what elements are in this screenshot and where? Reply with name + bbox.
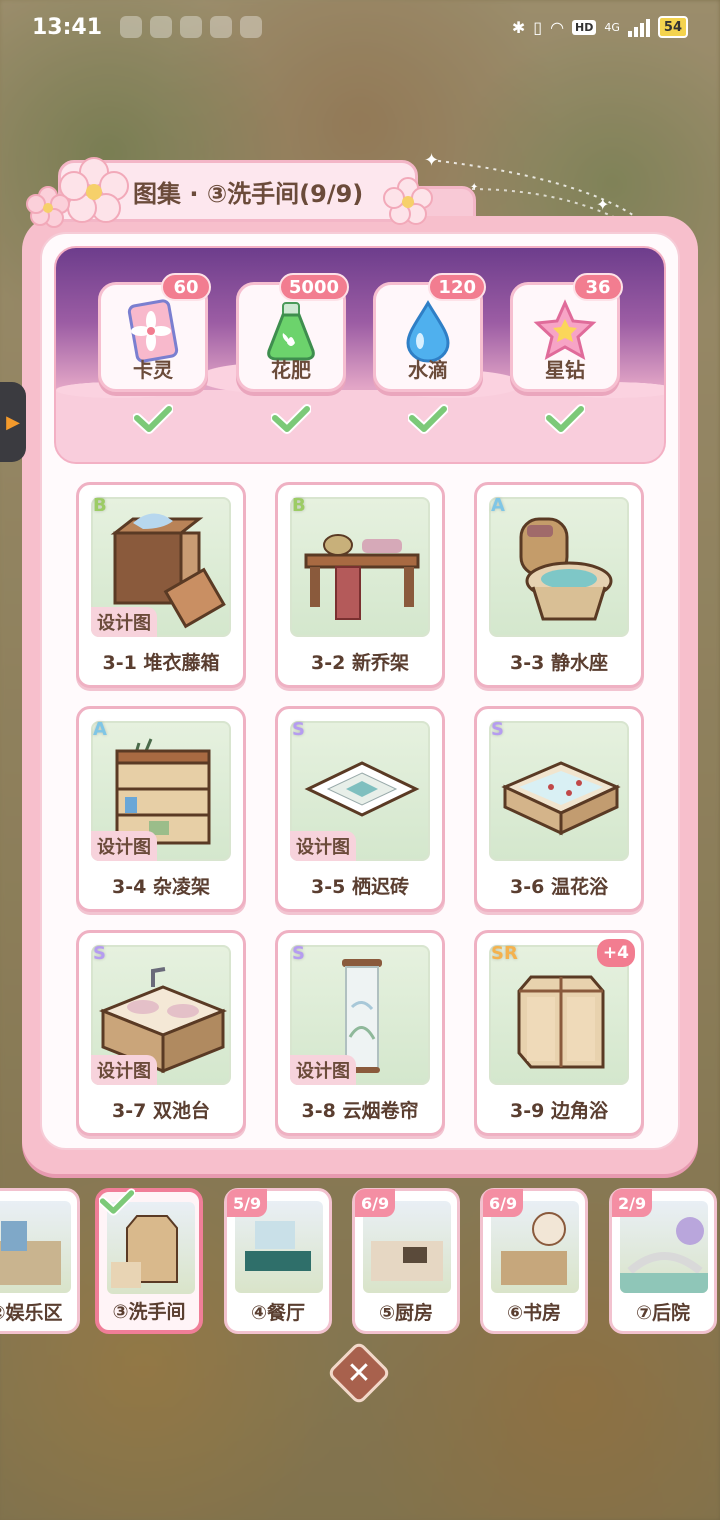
- reward-qty: 120: [428, 273, 486, 301]
- room-name: ④餐厅: [250, 1302, 306, 1324]
- room-thumbnail: [0, 1201, 71, 1293]
- room-name: ③洗手间: [112, 1301, 186, 1323]
- claimed-check-icon: [133, 404, 173, 434]
- network-type: 4G: [604, 20, 620, 34]
- cherry-blossom-small-icon: [383, 177, 433, 225]
- toilet-icon: [519, 517, 613, 621]
- reward-fertilizer[interactable]: 5000 花肥: [236, 273, 349, 392]
- battery-indicator: 54: [657, 16, 688, 38]
- status-bar: 13:41 ✱ ▯ ◠ HD 4G 54: [0, 0, 720, 54]
- item-thumbnail: [290, 497, 430, 637]
- reward-star-diamond[interactable]: 36 星钻: [510, 273, 623, 392]
- room-tab-dining[interactable]: 5/9 ④餐厅: [224, 1188, 332, 1334]
- room-tab-washroom[interactable]: ③洗手间: [95, 1188, 203, 1334]
- game-icon: [240, 16, 263, 38]
- status-time: 13:41: [32, 14, 103, 40]
- item-name: 3-6 温花浴: [510, 876, 608, 898]
- room-name: ②娱乐区: [0, 1302, 63, 1324]
- room-tab-backyard[interactable]: 2/9 ⑦后院: [609, 1188, 717, 1334]
- item-name: 3-4 杂凌架: [112, 876, 210, 898]
- claimed-check-icon: [271, 404, 311, 434]
- grade-badge: S: [292, 943, 305, 964]
- grade-badge: A: [93, 719, 107, 740]
- wifi-icon: ◠: [550, 17, 565, 37]
- shield-icon: [120, 16, 143, 38]
- item-name: 3-8 云烟卷帘: [301, 1100, 419, 1122]
- grade-badge: B: [292, 495, 306, 516]
- grade-badge: S: [93, 943, 106, 964]
- room-tab-entertainment[interactable]: ②娱乐区: [0, 1188, 80, 1334]
- item-name: 3-3 静水座: [510, 652, 608, 674]
- notification-icons: [120, 16, 263, 38]
- completed-check-icon: [98, 1188, 136, 1220]
- claimed-check-icon: [408, 404, 448, 434]
- claimed-check-icon: [545, 404, 585, 434]
- signal-icon: [627, 17, 650, 37]
- item-name: 3-9 边角浴: [510, 1100, 608, 1122]
- svg-text:✦: ✦: [596, 195, 609, 214]
- item-card[interactable]: SR +4 3-9 边角浴: [474, 930, 644, 1136]
- item-card[interactable]: S 设计图 3-8 云烟卷帘: [275, 930, 445, 1136]
- reward-label: 星钻: [545, 358, 585, 382]
- room-name: ⑤厨房: [378, 1302, 434, 1324]
- close-icon[interactable]: ✕: [336, 1350, 382, 1396]
- reward-card-spirit[interactable]: 60 卡灵: [98, 273, 211, 392]
- corner-shower-icon: [517, 975, 605, 1069]
- reward-qty: 60: [161, 273, 211, 301]
- bluetooth-icon: ✱: [511, 17, 526, 37]
- vibrate-icon: ▯: [533, 17, 543, 37]
- blueprint-tag: 设计图: [91, 831, 157, 861]
- app-icon: [180, 16, 203, 38]
- reward-qty: 5000: [278, 273, 349, 301]
- room-name: ⑦后院: [635, 1302, 691, 1324]
- cherry-blossom-icon: [26, 157, 129, 228]
- item-card[interactable]: B 3-2 新乔架: [275, 482, 445, 688]
- item-card[interactable]: S 3-6 温花浴: [474, 706, 644, 912]
- room-progress-badge: 6/9: [355, 1189, 396, 1217]
- svg-text:✦: ✦: [424, 150, 439, 171]
- room-progress-badge: 5/9: [227, 1189, 268, 1217]
- item-thumbnail: [489, 721, 629, 861]
- room-progress-badge: 2/9: [612, 1189, 653, 1217]
- hd-badge: HD: [572, 19, 597, 35]
- chevron-right-icon: ▶: [6, 411, 20, 433]
- reward-label: 花肥: [271, 358, 311, 382]
- grade-badge: A: [491, 495, 505, 516]
- item-thumbnail: [489, 497, 629, 637]
- bathtub-icon: [501, 761, 621, 836]
- item-name: 3-5 栖迟砖: [311, 876, 409, 898]
- item-name: 3-1 堆衣藤箱: [102, 652, 220, 674]
- reward-qty: 36: [573, 273, 623, 301]
- item-card[interactable]: A 设计图 3-4 杂凌架: [76, 706, 246, 912]
- blueprint-tag: 设计图: [91, 1055, 157, 1085]
- item-name: 3-2 新乔架: [311, 652, 409, 674]
- upgrade-count-badge: +4: [596, 939, 635, 967]
- grade-badge: B: [93, 495, 107, 516]
- status-right: ✱ ▯ ◠ HD 4G 54: [512, 16, 688, 38]
- blueprint-tag: 设计图: [290, 1055, 356, 1085]
- item-card[interactable]: A 3-3 静水座: [474, 482, 644, 688]
- towel-rack-icon: [304, 534, 420, 620]
- item-name: 3-7 双池台: [112, 1100, 210, 1122]
- item-card[interactable]: S 设计图 3-7 双池台: [76, 930, 246, 1136]
- grade-badge: SR: [491, 943, 518, 964]
- phone-icon: [150, 16, 173, 38]
- grade-badge: S: [292, 719, 305, 740]
- grade-badge: S: [491, 719, 504, 740]
- reward-label: 卡灵: [133, 358, 173, 382]
- left-side-tab[interactable]: ▶: [0, 382, 26, 462]
- message-icon: [210, 16, 233, 38]
- blueprint-tag: 设计图: [91, 607, 157, 637]
- room-name: ⑥书房: [506, 1302, 562, 1324]
- blueprint-tag: 设计图: [290, 831, 356, 861]
- room-progress-badge: 6/9: [483, 1189, 524, 1217]
- item-card[interactable]: B 设计图 3-1 堆衣藤箱: [76, 482, 246, 688]
- reward-label: 水滴: [408, 358, 448, 382]
- room-tab-study[interactable]: 6/9 ⑥书房: [480, 1188, 588, 1334]
- room-tab-kitchen[interactable]: 6/9 ⑤厨房: [352, 1188, 460, 1334]
- reward-water-drop[interactable]: 120 水滴: [373, 273, 486, 392]
- item-card[interactable]: S 设计图 3-5 栖迟砖: [275, 706, 445, 912]
